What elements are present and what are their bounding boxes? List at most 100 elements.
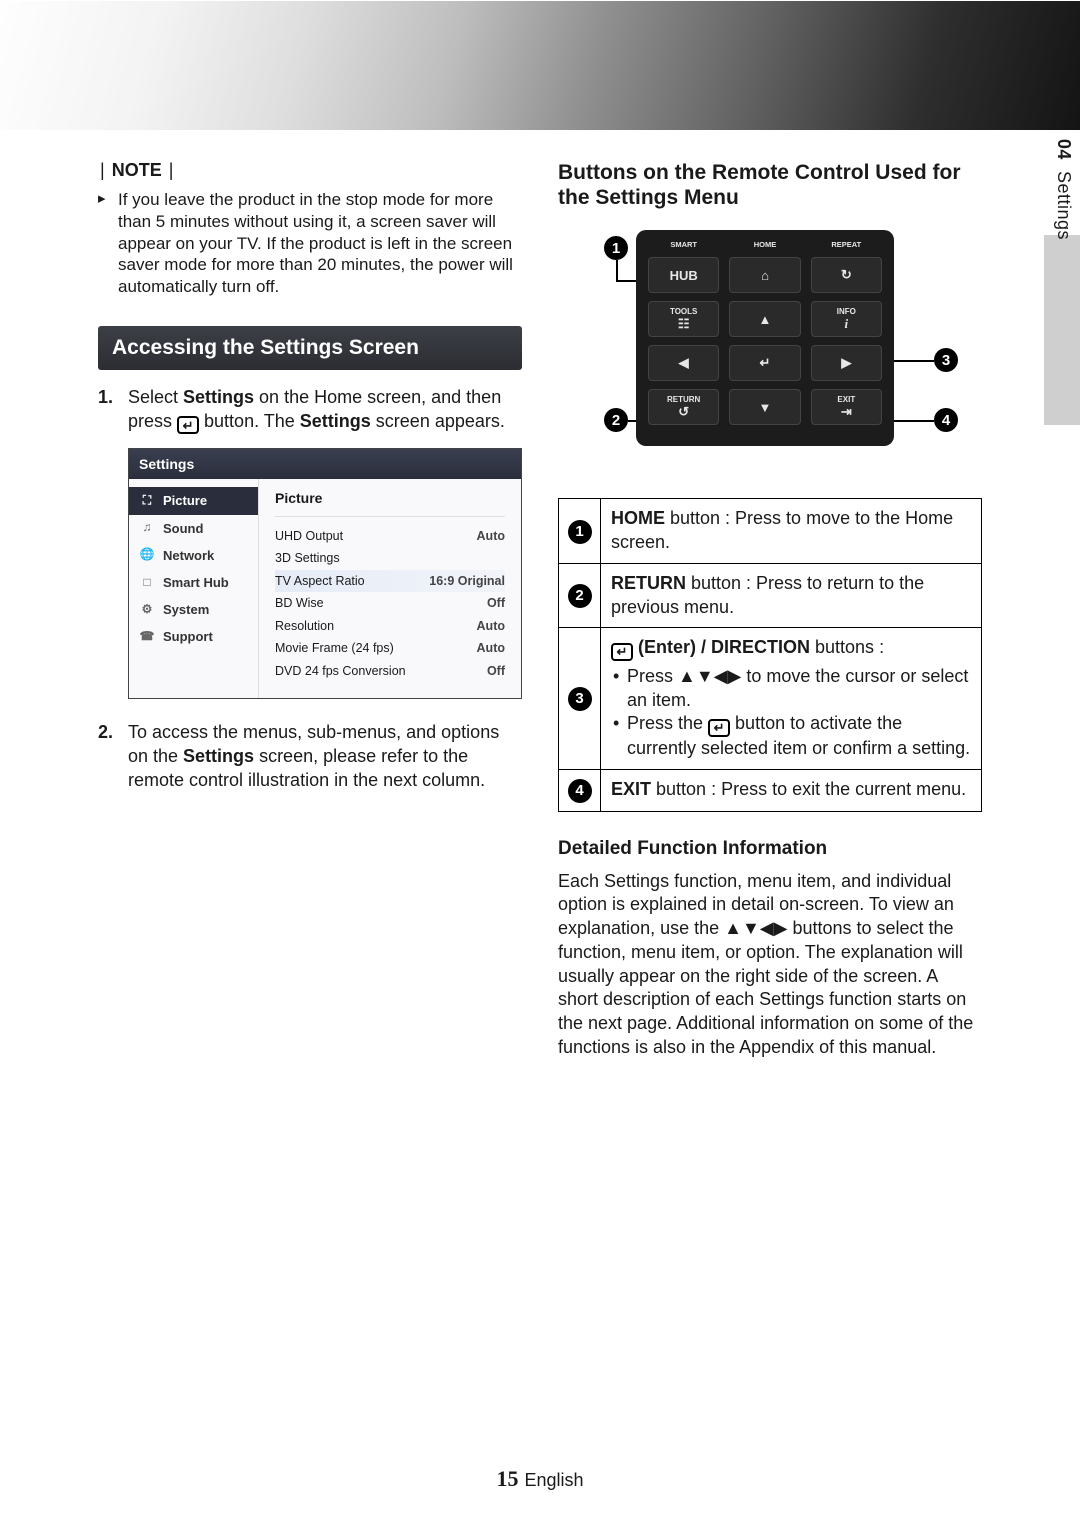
home-button[interactable]: ⌂: [729, 257, 800, 293]
sidebar-item-picture[interactable]: ⛶Picture: [129, 487, 258, 514]
left-column: | NOTE | If you leave the product in the…: [98, 160, 522, 1060]
settings-row-val: Off: [487, 663, 505, 680]
num-disc-2: 2: [568, 584, 592, 608]
sidebar-item-network[interactable]: 🌐 Network: [129, 542, 258, 569]
label-smart: SMART: [648, 240, 719, 249]
exit-icon: ⇥: [841, 404, 852, 420]
return-icon: ↺: [678, 404, 689, 420]
sidebar-item-smarthub[interactable]: □Smart Hub: [129, 569, 258, 596]
right-button[interactable]: ▶: [811, 345, 882, 381]
left-arrow-icon: ◀: [679, 355, 689, 371]
tools-icon: ☷: [678, 316, 690, 332]
home-icon: ⌂: [761, 268, 769, 283]
down-button[interactable]: ▼: [729, 389, 800, 425]
sidebar-item-support[interactable]: ☎Support: [129, 623, 258, 650]
table-row: 2 RETURN button : Press to return to the…: [559, 563, 982, 628]
num-disc-4: 4: [568, 779, 592, 803]
settings-row-val: Auto: [477, 640, 505, 657]
settings-row[interactable]: DVD 24 fps Conversion Off: [275, 660, 505, 683]
enter-remote-icon: ↵: [760, 355, 771, 371]
lead-1: [616, 260, 618, 280]
detail-paragraph: Each Settings function, menu item, and i…: [558, 870, 982, 1060]
detail-b: buttons to select the function, menu ite…: [558, 918, 973, 1057]
sound-icon: ♫: [139, 520, 155, 536]
settings-row-val: Auto: [477, 618, 505, 635]
info-button[interactable]: INFOi: [811, 301, 882, 337]
label-repeat: REPEAT: [811, 240, 882, 249]
network-icon: 🌐: [139, 547, 155, 563]
li1-arrows: ▲▼◀▶: [678, 666, 741, 686]
table-desc-cell: EXIT button : Press to exit the current …: [601, 769, 982, 811]
settings-row[interactable]: Movie Frame (24 fps)Auto: [275, 637, 505, 660]
callout-1: 1: [604, 236, 628, 260]
sidebar-item-label: Network: [163, 547, 214, 564]
step1-text-d: button. The: [199, 411, 300, 431]
li1-a: Press: [627, 666, 678, 686]
table-row: 4 EXIT button : Press to exit the curren…: [559, 769, 982, 811]
settings-row-key: DVD 24 fps Conversion: [275, 663, 406, 680]
settings-row[interactable]: TV Aspect Ratio16:9 Original: [275, 570, 505, 593]
note-item: If you leave the product in the stop mod…: [98, 189, 522, 298]
num-disc-3: 3: [568, 687, 592, 711]
page-number: 15: [496, 1466, 518, 1491]
return-button[interactable]: RETURN↺: [648, 389, 719, 425]
step2-bold: Settings: [183, 746, 254, 766]
step1-text-a: Select: [128, 387, 183, 407]
up-arrow-icon: ▲: [759, 312, 772, 327]
right-column: Buttons on the Remote Control Used for t…: [558, 160, 982, 1060]
note-pipe-l: |: [98, 160, 107, 180]
remote-top-labels: SMART HOME REPEAT: [648, 240, 882, 249]
list-item: Press the ↵ button to activate the curre…: [611, 712, 971, 760]
side-tab: [1044, 235, 1080, 425]
table-desc-cell: HOME button : Press to move to the Home …: [601, 499, 982, 564]
up-button[interactable]: ▲: [729, 301, 800, 337]
settings-row-key: 3D Settings: [275, 550, 340, 567]
step1-bold-2: Settings: [300, 411, 371, 431]
repeat-icon: ↻: [841, 267, 852, 283]
down-arrow-icon: ▼: [759, 400, 772, 415]
enter-head-rest: buttons :: [810, 637, 884, 657]
step1-text-f: screen appears.: [371, 411, 505, 431]
settings-row-val: 16:9 Original: [429, 573, 505, 590]
note-list: If you leave the product in the stop mod…: [98, 189, 522, 298]
sidebar-item-system[interactable]: ⚙System: [129, 596, 258, 623]
remote-diagram: 1 2 3 4 SMART HOME REPEAT HUB: [558, 230, 982, 480]
table-desc-cell: RETURN button : Press to return to the p…: [601, 563, 982, 628]
exit-button[interactable]: EXIT⇥: [811, 389, 882, 425]
settings-main: Picture UHD OutputAuto 3D Settings TV As…: [259, 479, 521, 698]
table-desc-cell: ↵ (Enter) / DIRECTION buttons : Press ▲▼…: [601, 628, 982, 769]
side-tab-text: Settings: [1054, 171, 1074, 240]
settings-panel: Settings ⛶Picture ♫ Sound 🌐 Network □Smart…: [128, 448, 522, 699]
left-button[interactable]: ◀: [648, 345, 719, 381]
exit-bold: EXIT: [611, 779, 651, 799]
hub-button[interactable]: HUB: [648, 257, 719, 293]
top-banner: [0, 0, 1080, 130]
callout-2: 2: [604, 408, 628, 432]
smarthub-icon: □: [139, 575, 155, 591]
picture-icon: ⛶: [139, 493, 155, 509]
button-description-table: 1 HOME button : Press to move to the Hom…: [558, 498, 982, 811]
sidebar-item-label: System: [163, 601, 209, 618]
settings-row-val: Auto: [477, 528, 505, 545]
support-icon: ☎: [139, 629, 155, 645]
label-home: HOME: [729, 240, 800, 249]
settings-row[interactable]: 3D Settings: [275, 547, 505, 570]
tools-button[interactable]: TOOLS☷: [648, 301, 719, 337]
settings-row[interactable]: ResolutionAuto: [275, 615, 505, 638]
callout-4: 4: [934, 408, 958, 432]
settings-row[interactable]: BD WiseOff: [275, 592, 505, 615]
sidebar-item-label: Sound: [163, 520, 203, 537]
exit-label: EXIT: [837, 395, 855, 404]
sidebar-item-sound[interactable]: ♫ Sound: [129, 515, 258, 542]
step1-bold-1: Settings: [183, 387, 254, 407]
enter-button[interactable]: ↵: [729, 345, 800, 381]
remote-body: SMART HOME REPEAT HUB ⌂ ↻ TOOLS☷ ▲ INFOi: [636, 230, 894, 446]
settings-panel-title: Settings: [129, 449, 521, 479]
steps-list: Select Settings on the Home screen, and …: [98, 386, 522, 793]
repeat-button[interactable]: ↻: [811, 257, 882, 293]
remote-row-2: TOOLS☷ ▲ INFOi: [648, 301, 882, 337]
settings-row[interactable]: UHD OutputAuto: [275, 525, 505, 548]
table-num-cell: 1: [559, 499, 601, 564]
enter-bold: (Enter) / DIRECTION: [633, 637, 810, 657]
exit-desc: button : Press to exit the current menu.: [651, 779, 966, 799]
